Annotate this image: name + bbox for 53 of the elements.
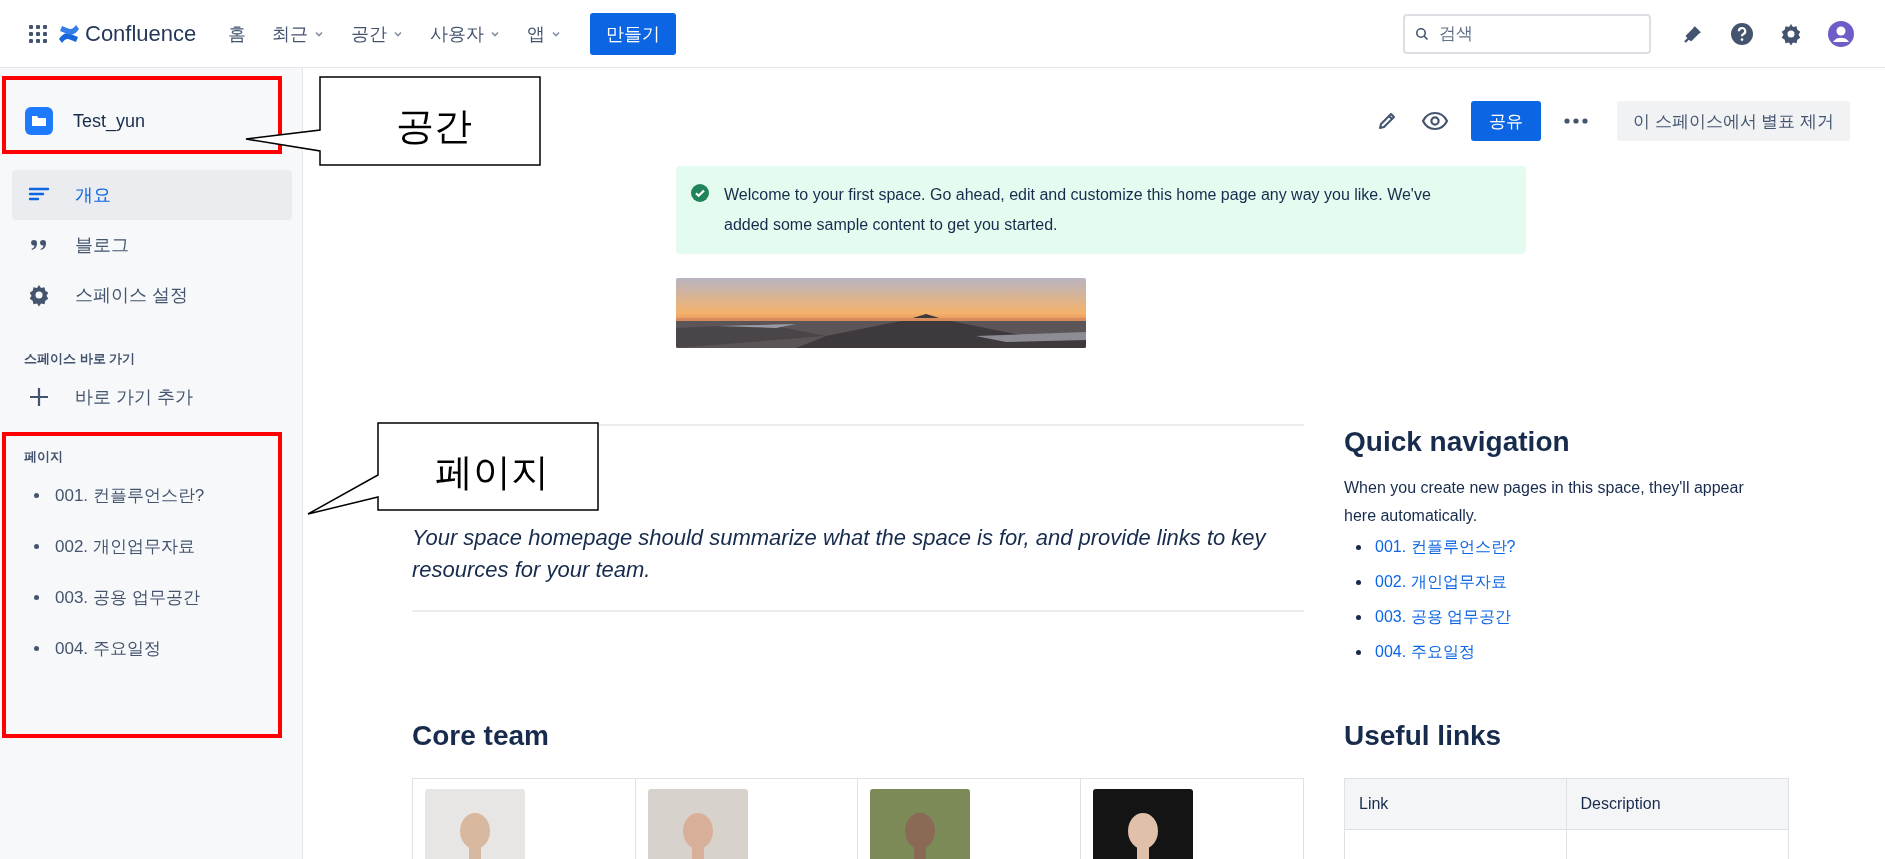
bullet-icon [34,595,39,600]
app-switcher-icon[interactable] [29,24,47,43]
page-link[interactable]: 004. 주요일정 [55,637,161,660]
bullet-icon [1356,615,1361,620]
create-button[interactable]: 만들기 [590,12,677,55]
unstar-button[interactable]: 이 스페이스에서 별표 제거 [1616,101,1850,141]
folder-icon [25,107,53,135]
search-icon [1415,26,1429,41]
page-link[interactable]: 001. 컨플루언스란? [55,484,205,507]
bullet-icon [34,646,39,651]
section-heading: Useful links [1344,720,1503,752]
sidebar-item[interactable]: 블로그 [12,220,292,270]
settings-icon [27,283,51,307]
bullet-icon [1356,580,1361,585]
help-icon[interactable] [1729,20,1755,47]
description-text: When you create new pages in this space, they'll appear here automatically. [1344,478,1745,526]
section-heading: 페이지 [23,448,64,466]
page-link[interactable]: 004. 주요일정 [1375,642,1475,663]
bullet-icon [34,493,39,498]
sidebar-item[interactable]: 개요 [12,170,292,220]
product-name[interactable]: Confluence [85,20,197,47]
page-link[interactable]: 003. 공용 업무공간 [1375,607,1512,628]
sidebar-item[interactable]: 스페이스 설정 [12,270,292,320]
page-link[interactable]: 003. 공용 업무공간 [55,586,200,609]
avatar-icon[interactable] [1827,19,1855,48]
share-button[interactable]: 공유 [1470,101,1541,141]
section-heading: 스페이스 바로 가기 [23,350,137,368]
section-heading: Quick navigation [1344,426,1571,458]
column-header: Description [1566,779,1788,830]
callout-text: 페이지 [435,452,549,492]
callout-text: 공간 [396,106,472,146]
nav-menu-item[interactable]: 홈 [218,15,257,52]
bullet-icon [34,544,39,549]
space-name[interactable]: Test_yun [73,110,146,132]
more-icon[interactable] [1562,117,1589,125]
page-link[interactable]: 001. 컨플루언스란? [1375,537,1516,558]
bullet-icon [1356,545,1361,550]
nav-menu-item[interactable]: 공간 [341,15,415,52]
goal-text: Your space homepage should summarize what the space is for, and provide links to key resources for your team. [412,524,1268,584]
check-icon [690,183,710,203]
eye-icon[interactable] [1420,109,1449,133]
page-link[interactable]: 002. 개인업무자료 [55,535,195,558]
plus-icon [27,385,51,409]
column-header: Link [1345,779,1567,830]
add-shortcut-item[interactable]: 바로 가기 추가 [12,372,292,422]
page-link[interactable]: 002. 개인업무자료 [1375,572,1507,593]
search-field[interactable]: 검색 [1403,13,1651,54]
nav-menu-item[interactable]: 최근 [262,15,336,52]
info-text: Welcome to your first space. Go ahead, edit and customize this home page any way you like. We've added some sample content to get you started. [724,185,1432,235]
bullet-icon [1356,650,1361,655]
nav-menu-item[interactable]: 사용자 [420,15,512,52]
nav-menu-item[interactable]: 앱 [517,15,573,52]
section-heading: Core team [412,720,550,752]
